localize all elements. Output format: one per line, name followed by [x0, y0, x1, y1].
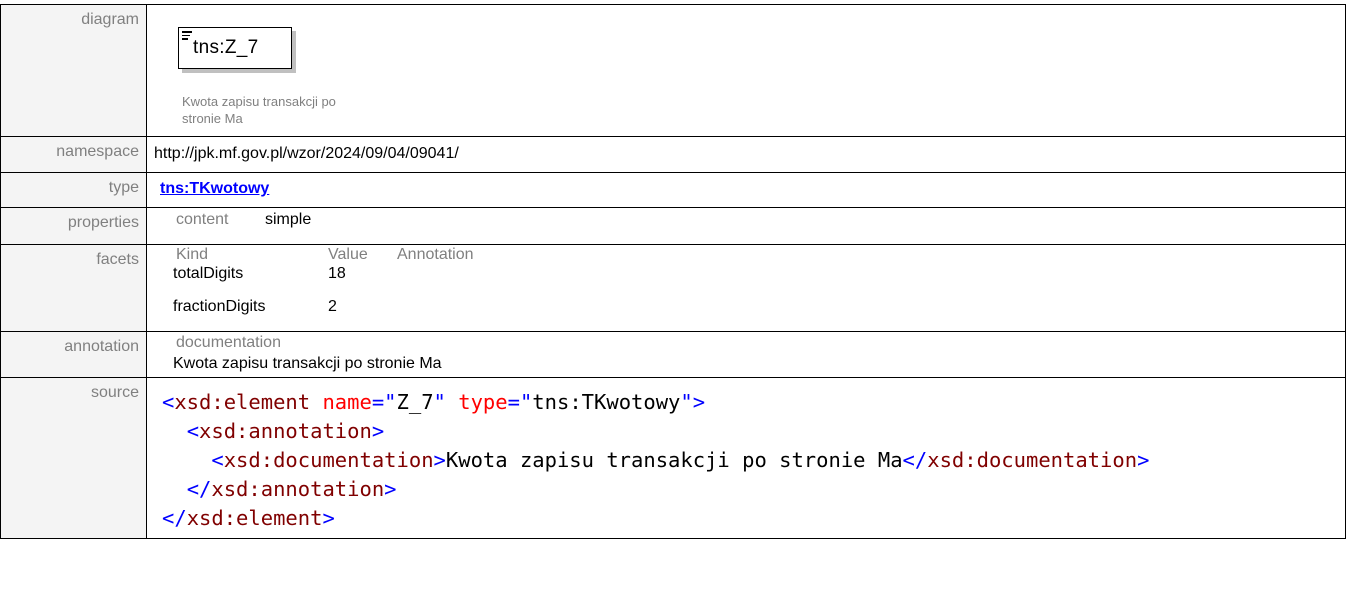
- xml-tag: xsd:documentation: [927, 448, 1138, 472]
- documentation-text: Kwota zapisu transakcji po stronie Ma: [173, 355, 442, 372]
- xml-text: Kwota zapisu transakcji po stronie Ma: [445, 448, 903, 472]
- property-value: simple: [265, 211, 312, 228]
- type-cell: tns:TKwotowy: [146, 172, 1346, 208]
- property-name: content: [176, 211, 229, 228]
- annotation-row: annotation documentation Kwota zapisu tr…: [0, 331, 1346, 378]
- xml-bracket: >: [692, 390, 706, 414]
- annotation-cell: documentation Kwota zapisu transakcji po…: [146, 331, 1346, 378]
- facets-header-annotation: Annotation: [397, 246, 474, 263]
- xml-tag: xsd:element: [174, 390, 311, 414]
- xml-bracket: </: [186, 477, 212, 501]
- xml-bracket: >: [1137, 448, 1150, 472]
- source-label: source: [0, 377, 147, 539]
- xml-tag: xsd:documentation: [223, 448, 434, 472]
- type-link[interactable]: tns:TKwotowy: [147, 173, 269, 198]
- xml-bracket: =": [507, 390, 533, 414]
- properties-row: properties content simple: [0, 207, 1346, 245]
- facets-header-value: Value: [328, 246, 368, 263]
- facet-value: 2: [328, 298, 337, 315]
- xml-tag: xsd:annotation: [199, 419, 372, 443]
- type-label: type: [0, 172, 147, 208]
- source-cell: <xsd:element name="Z_7" type="tns:TKwoto…: [146, 377, 1346, 539]
- xml-bracket: <: [186, 419, 200, 443]
- xml-attr: type: [458, 390, 508, 414]
- element-doc-table: diagram tns:Z_7 Kwota zapisu transakcji …: [0, 4, 1346, 539]
- facets-cell: Kind Value Annotation totalDigits 18 fra…: [146, 244, 1346, 332]
- facet-value: 18: [328, 265, 346, 282]
- xml-bracket: >: [384, 477, 397, 501]
- namespace-value: http://jpk.mf.gov.pl/wzor/2024/09/04/090…: [154, 145, 459, 162]
- type-row: type tns:TKwotowy: [0, 172, 1346, 208]
- xml-bracket: =": [371, 390, 397, 414]
- element-name: tns:Z_7: [193, 37, 259, 58]
- properties-cell: content simple: [146, 207, 1346, 245]
- xml-bracket: >: [322, 506, 335, 530]
- facets-header-kind: Kind: [176, 246, 209, 263]
- xml-attr-value: tns:TKwotowy: [532, 390, 681, 414]
- source-code: <xsd:element name="Z_7" type="tns:TKwoto…: [147, 378, 1345, 533]
- xml-tag: xsd:element: [186, 506, 323, 530]
- xml-bracket: <: [162, 390, 175, 414]
- diagram-cell: tns:Z_7 Kwota zapisu transakcji po stron…: [146, 4, 1346, 137]
- xml-bracket: >: [433, 448, 446, 472]
- diagram: tns:Z_7 Kwota zapisu transakcji po stron…: [147, 5, 1345, 136]
- namespace-cell: http://jpk.mf.gov.pl/wzor/2024/09/04/090…: [146, 136, 1346, 173]
- annotation-label: annotation: [0, 331, 147, 378]
- annotation-block: documentation Kwota zapisu transakcji po…: [147, 332, 1345, 377]
- xml-bracket: </: [902, 448, 928, 472]
- properties-label: properties: [0, 207, 147, 245]
- diagram-row: diagram tns:Z_7 Kwota zapisu transakcji …: [0, 4, 1346, 137]
- facet-kind: fractionDigits: [173, 298, 266, 315]
- diagram-label: diagram: [0, 4, 147, 137]
- element-box[interactable]: tns:Z_7: [178, 27, 292, 69]
- xml-bracket: ": [680, 390, 693, 414]
- documentation-label: documentation: [176, 334, 281, 351]
- element-description: Kwota zapisu transakcji po stronie Ma: [182, 94, 336, 126]
- xml-bracket: >: [371, 419, 385, 443]
- element-lines-icon: [182, 31, 192, 40]
- facets-label: facets: [0, 244, 147, 332]
- xml-attr-value: Z_7: [396, 390, 434, 414]
- facets-row: facets Kind Value Annotation totalDigits…: [0, 244, 1346, 332]
- xml-attr: name: [322, 390, 372, 414]
- xml-tag: xsd:annotation: [211, 477, 385, 501]
- namespace-label: namespace: [0, 136, 147, 173]
- source-row: source <xsd:element name="Z_7" type="tns…: [0, 377, 1346, 539]
- xml-bracket: ": [433, 390, 446, 414]
- facet-kind: totalDigits: [173, 265, 244, 282]
- properties-table: content simple: [147, 208, 1345, 244]
- xml-bracket: <: [211, 448, 224, 472]
- namespace-row: namespace http://jpk.mf.gov.pl/wzor/2024…: [0, 136, 1346, 173]
- xml-bracket: </: [162, 506, 187, 530]
- facets-table: Kind Value Annotation totalDigits 18 fra…: [147, 245, 1345, 331]
